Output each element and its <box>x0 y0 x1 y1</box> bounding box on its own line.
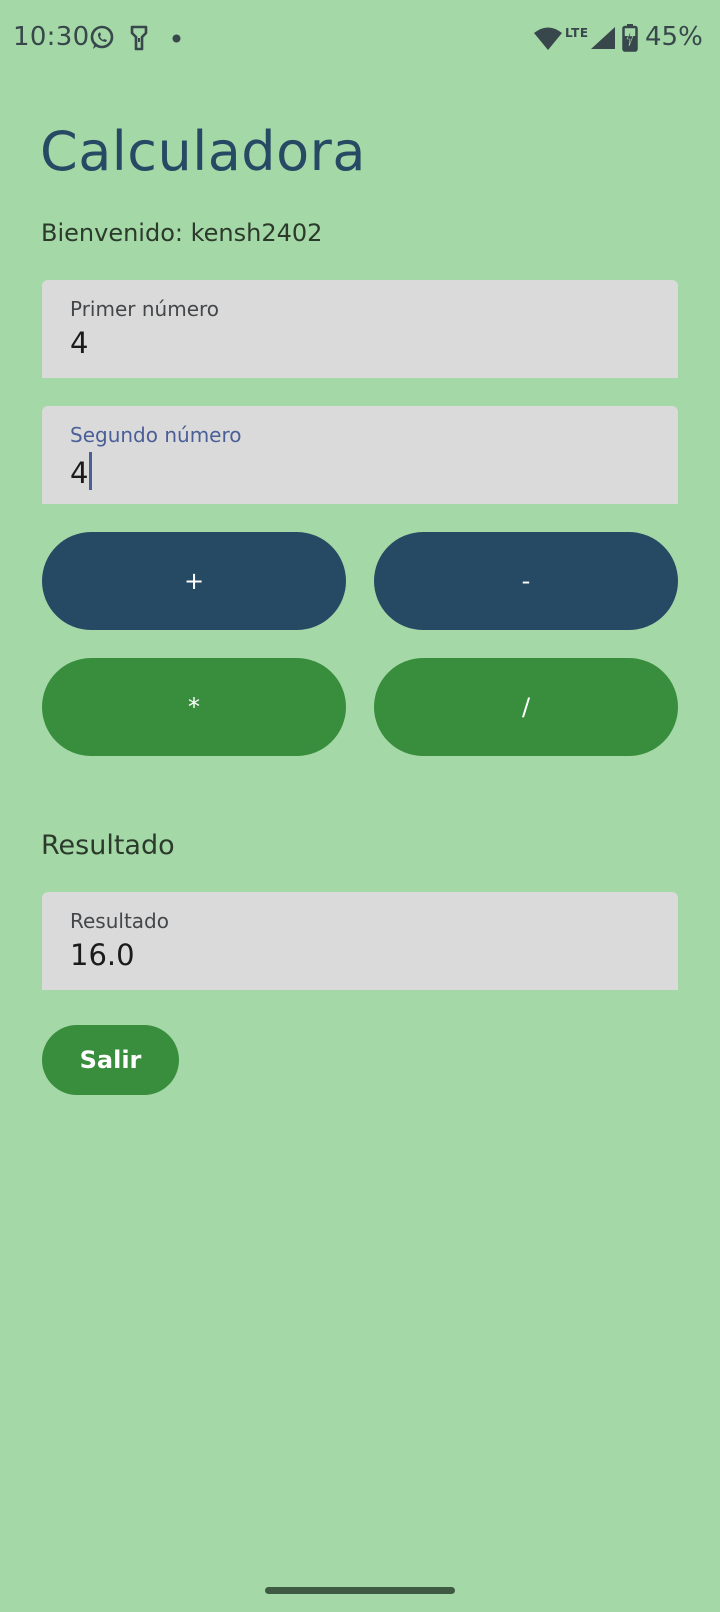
first-number-field[interactable]: Primer número 4 <box>42 280 678 378</box>
notification-dot-icon <box>172 34 181 43</box>
result-value: 16.0 <box>70 938 135 972</box>
page-title: Calculadora <box>40 120 366 183</box>
second-number-input[interactable]: 4 <box>70 452 93 490</box>
signal-icon <box>591 27 615 49</box>
multiply-button[interactable]: * <box>42 658 346 756</box>
subtract-button[interactable]: - <box>374 532 678 630</box>
second-number-value: 4 <box>70 456 89 490</box>
second-number-label: Segundo número <box>70 423 242 447</box>
home-indicator[interactable] <box>265 1587 455 1594</box>
flashlight-icon <box>130 25 148 51</box>
result-label: Resultado <box>70 909 169 933</box>
add-button[interactable]: + <box>42 532 346 630</box>
network-type-label: LTE <box>565 26 589 40</box>
battery-charging-icon <box>622 24 638 52</box>
result-heading: Resultado <box>41 830 175 861</box>
divide-button[interactable]: / <box>374 658 678 756</box>
result-field[interactable]: Resultado 16.0 <box>42 892 678 990</box>
exit-button[interactable]: Salir <box>42 1025 179 1095</box>
first-number-label: Primer número <box>70 297 220 321</box>
wifi-icon <box>534 27 562 50</box>
second-number-field[interactable]: Segundo número 4 <box>42 406 678 504</box>
battery-percent: 45% <box>645 22 703 52</box>
text-cursor <box>89 452 93 490</box>
status-bar: 10:30 LTE 45% <box>0 0 720 78</box>
status-time: 10:30 <box>13 22 90 52</box>
welcome-text: Bienvenido: kensh2402 <box>41 219 323 247</box>
first-number-value: 4 <box>70 326 89 360</box>
whatsapp-icon <box>90 25 114 49</box>
